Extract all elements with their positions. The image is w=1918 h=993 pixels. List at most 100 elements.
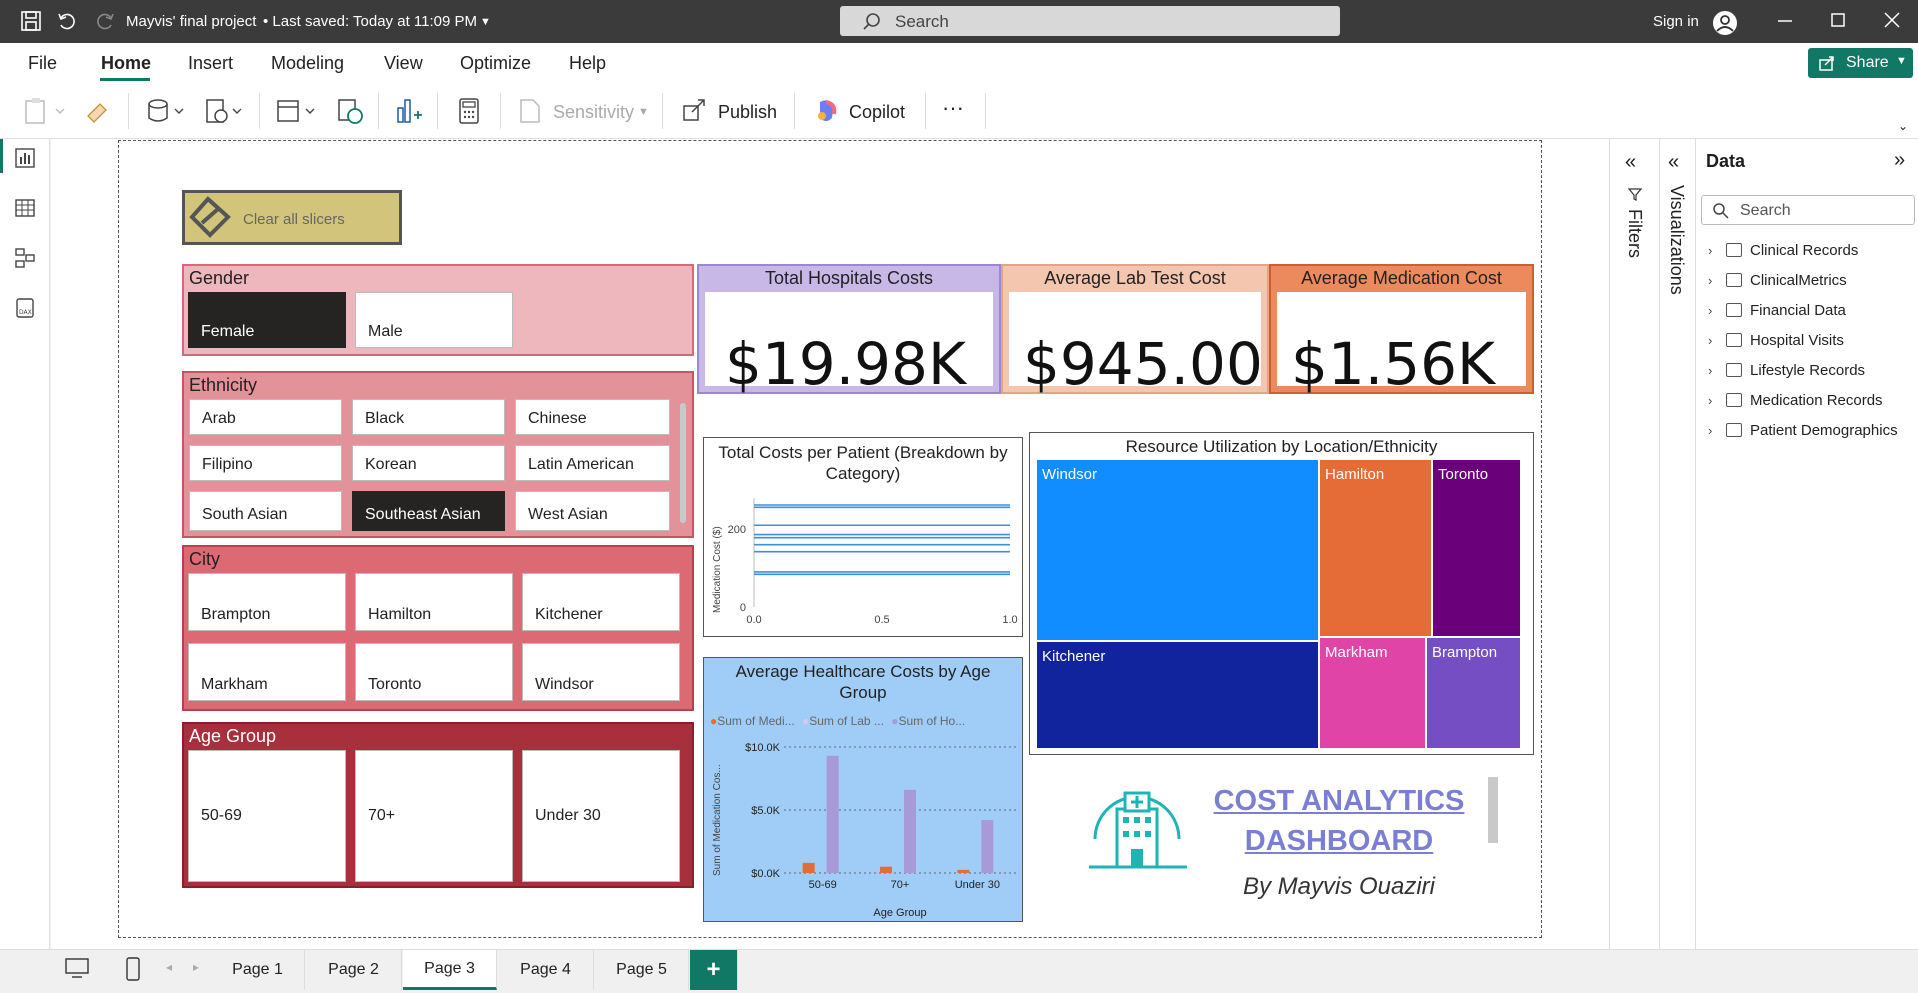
sign-in-link[interactable]: Sign in <box>1653 13 1699 30</box>
scroll-right-icon[interactable]: ▸ <box>193 960 199 974</box>
treemap-cell-toronto[interactable]: Toronto <box>1432 459 1521 637</box>
get-data-icon[interactable] <box>145 96 189 126</box>
slicer-option-south-asian[interactable]: South Asian <box>189 491 342 531</box>
slicer-option-arab[interactable]: Arab <box>189 399 342 435</box>
page-tab-4[interactable]: Page 4 <box>498 950 594 990</box>
data-table-lifestyle-records[interactable]: › Lifestyle Records <box>1708 360 1865 380</box>
data-table-medication-records[interactable]: › Medication Records <box>1708 390 1883 410</box>
search-input[interactable]: Search <box>840 6 1340 36</box>
kpi-card-average-medication-cost[interactable]: Average Medication Cost $1.56K <box>1269 264 1534 398</box>
paste-icon[interactable] <box>22 96 68 126</box>
sensitivity-icon[interactable] <box>515 96 545 126</box>
data-table-clinicalmetrics[interactable]: › ClinicalMetrics <box>1708 270 1847 290</box>
data-search-input[interactable]: Search <box>1701 195 1915 225</box>
filters-pane[interactable]: « Filters <box>1609 139 1659 949</box>
slicer-option-70-plus[interactable]: 70+ <box>355 750 513 882</box>
menu-insert[interactable]: Insert <box>188 53 233 74</box>
slicer-option-latin-american[interactable]: Latin American <box>515 445 670 481</box>
close-icon[interactable] <box>1882 10 1906 34</box>
bar[interactable] <box>880 866 892 873</box>
desktop-layout-icon[interactable] <box>64 956 90 980</box>
slicer-option-hamilton[interactable]: Hamilton <box>355 573 513 631</box>
slicer-option-chinese[interactable]: Chinese <box>515 399 670 435</box>
mobile-layout-icon[interactable] <box>125 956 141 982</box>
slicer-option-kitchener[interactable]: Kitchener <box>522 573 680 631</box>
sensitivity-button[interactable]: Sensitivity <box>553 102 634 123</box>
chevron-down-icon[interactable]: ▼ <box>480 16 491 28</box>
more-options-icon[interactable]: ··· <box>942 95 964 121</box>
bar[interactable] <box>826 755 839 873</box>
data-table-hospital-visits[interactable]: › Hospital Visits <box>1708 330 1844 350</box>
data-table-financial-data[interactable]: › Financial Data <box>1708 300 1846 320</box>
slicer-option-toronto[interactable]: Toronto <box>355 643 513 701</box>
menu-file[interactable]: File <box>28 53 57 74</box>
copilot-icon[interactable] <box>812 96 842 126</box>
slicer-option-female[interactable]: Female <box>188 292 346 348</box>
page-tab-1[interactable]: Page 1 <box>211 950 305 990</box>
clear-slicers-button[interactable]: Clear all slicers <box>182 190 402 245</box>
bar[interactable] <box>802 862 815 873</box>
total-costs-per-patient-chart[interactable]: Total Costs per Patient (Breakdown by Ca… <box>703 437 1023 637</box>
menu-view[interactable]: View <box>384 53 423 74</box>
bar[interactable] <box>904 789 916 873</box>
copilot-button[interactable]: Copilot <box>849 102 905 123</box>
treemap-cell-windsor[interactable]: Windsor <box>1036 459 1319 641</box>
account-icon[interactable] <box>1712 10 1737 35</box>
slicer-option-korean[interactable]: Korean <box>352 445 505 481</box>
slicer-scrollbar[interactable] <box>680 403 686 523</box>
expand-visualizations-icon[interactable]: « <box>1668 151 1679 174</box>
transform-data-icon[interactable] <box>274 96 320 126</box>
data-table-patient-demographics[interactable]: › Patient Demographics <box>1708 420 1898 440</box>
slicer-option-windsor[interactable]: Windsor <box>522 643 680 701</box>
canvas-scrollbar[interactable] <box>1488 777 1498 843</box>
slicer-option-southeast-asian[interactable]: Southeast Asian <box>352 491 505 531</box>
slicer-option-filipino[interactable]: Filipino <box>189 445 342 481</box>
scroll-left-icon[interactable]: ◂ <box>166 960 172 974</box>
new-visual-icon[interactable] <box>394 96 424 126</box>
menu-modeling[interactable]: Modeling <box>271 53 344 74</box>
undo-icon[interactable] <box>56 10 80 34</box>
treemap-cell-kitchener[interactable]: Kitchener <box>1036 641 1319 749</box>
publish-button[interactable]: Publish <box>718 102 777 123</box>
bar[interactable] <box>957 869 970 873</box>
collapse-ribbon-icon[interactable]: ⌄ <box>1898 119 1908 133</box>
slicer-option-male[interactable]: Male <box>355 292 513 348</box>
collapse-data-pane-icon[interactable]: » <box>1894 149 1905 172</box>
menu-optimize[interactable]: Optimize <box>460 53 531 74</box>
add-page-button[interactable]: + <box>690 950 738 990</box>
document-title[interactable]: Mayvis' final project <box>126 13 256 30</box>
visualizations-pane[interactable]: « Visualizations <box>1659 139 1695 949</box>
minimize-icon[interactable] <box>1775 10 1799 34</box>
format-painter-icon[interactable] <box>82 96 112 126</box>
slicer-option-under-30[interactable]: Under 30 <box>522 750 680 882</box>
treemap-cell-markham[interactable]: Markham <box>1319 637 1426 749</box>
new-measure-icon[interactable] <box>454 96 484 126</box>
recent-sources-icon[interactable] <box>203 96 247 126</box>
maximize-icon[interactable] <box>1828 10 1852 34</box>
table-view-icon[interactable] <box>14 197 36 219</box>
report-view-icon[interactable] <box>14 147 36 169</box>
slicer-option-black[interactable]: Black <box>352 399 505 435</box>
share-button[interactable]: Share ▼ <box>1808 48 1913 78</box>
slicer-option-brampton[interactable]: Brampton <box>188 573 346 631</box>
kpi-card-total-hospital-costs[interactable]: Total Hospitals Costs $19.98K <box>697 264 1001 398</box>
slicer-option-50-69[interactable]: 50-69 <box>188 750 346 882</box>
slicer-option-west-asian[interactable]: West Asian <box>515 491 670 531</box>
treemap-cell-hamilton[interactable]: Hamilton <box>1319 459 1432 637</box>
model-view-icon[interactable] <box>14 247 36 269</box>
publish-icon[interactable] <box>680 96 710 126</box>
bar[interactable] <box>981 820 994 873</box>
resource-utilization-treemap[interactable]: Resource Utilization by Location/Ethnici… <box>1029 432 1534 755</box>
refresh-icon[interactable] <box>335 96 365 126</box>
save-icon[interactable] <box>20 10 44 34</box>
data-table-clinical-records[interactable]: › Clinical Records <box>1708 240 1858 260</box>
page-tab-2[interactable]: Page 2 <box>306 950 402 990</box>
menu-help[interactable]: Help <box>569 53 606 74</box>
chevron-down-icon[interactable]: ▼ <box>638 106 649 118</box>
average-healthcare-costs-by-age-group-chart[interactable]: Average Healthcare Costs by Age Group ●S… <box>703 657 1023 922</box>
kpi-card-average-lab-test-cost[interactable]: Average Lab Test Cost $945.00 <box>1001 264 1269 398</box>
expand-filters-icon[interactable]: « <box>1625 151 1636 174</box>
menu-home[interactable]: Home <box>101 53 151 74</box>
slicer-option-markham[interactable]: Markham <box>188 643 346 701</box>
page-tab-5[interactable]: Page 5 <box>595 950 689 990</box>
